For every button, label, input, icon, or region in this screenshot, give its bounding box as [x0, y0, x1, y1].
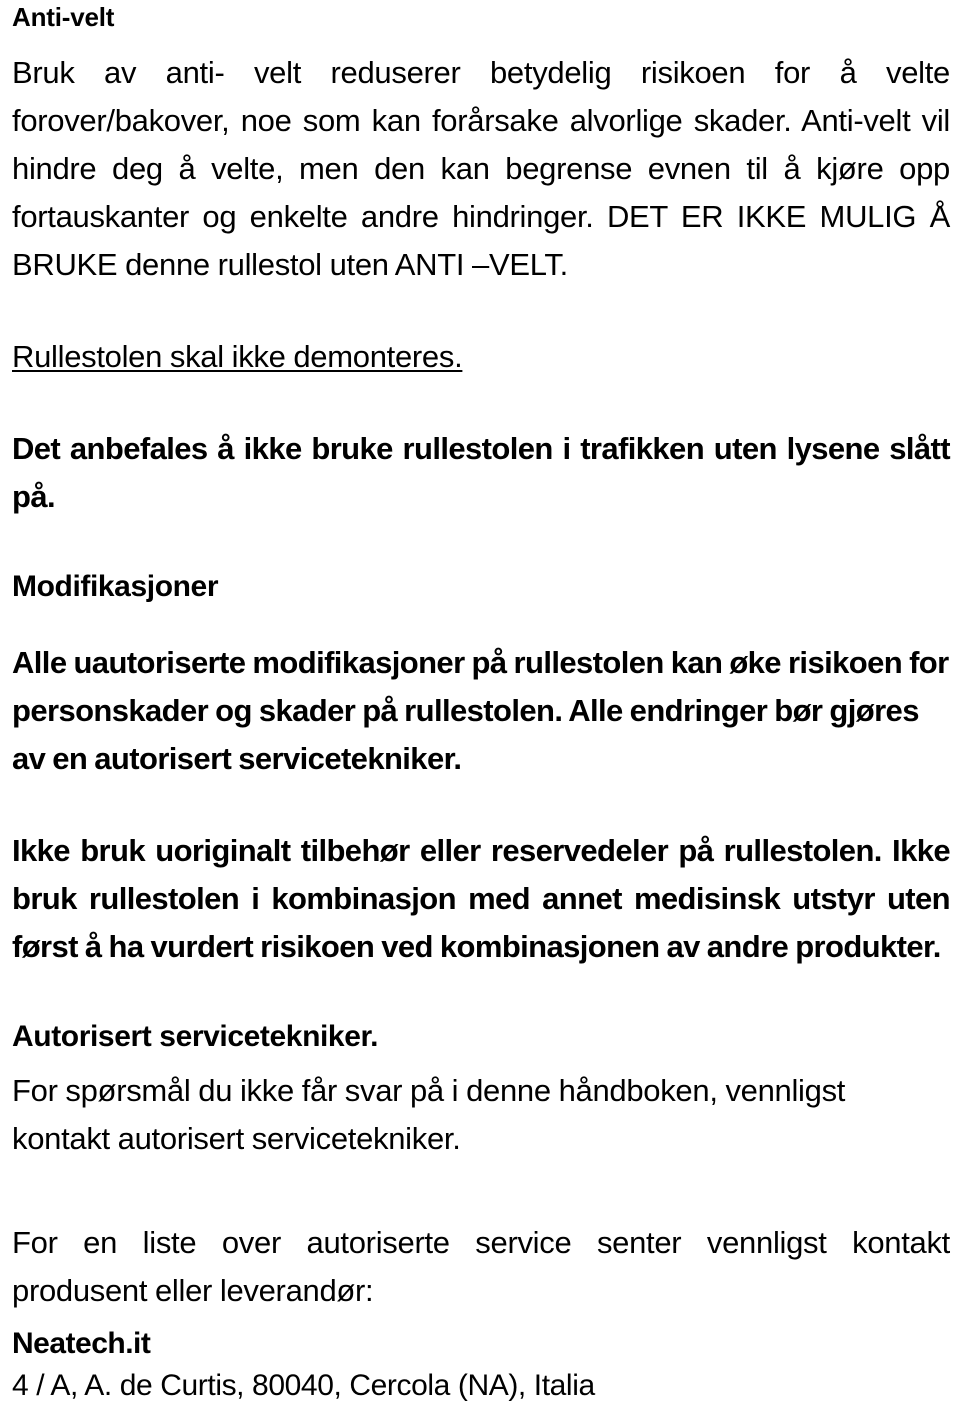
contact-company-name: Neatech.it [12, 1327, 151, 1361]
underlined-statement: Rullestolen skal ikke demonteres. [12, 339, 463, 375]
paragraph-service-list-body: For en liste over autoriserte service se… [12, 1225, 950, 1309]
heading-authorized-technician: Autorisert servicetekniker. [12, 1020, 379, 1054]
paragraph-questions-body: For spørsmål du ikke får svar på i denne… [12, 1073, 846, 1157]
heading-modifikasjoner: Modifikasjoner [12, 570, 219, 604]
paragraph-anti-tip-intro: Bruk av anti- velt reduserer betydelig r… [12, 55, 950, 283]
document-page: Anti-velt Bruk av anti- velt reduserer b… [0, 0, 960, 1407]
paragraph-no-dismantle: Rullestolen skal ikke demonteres. [12, 333, 950, 381]
paragraph-modifications-body: Alle uautoriserte modifikasjoner på rull… [12, 645, 949, 777]
paragraph-non-original-parts: Ikke bruk uoriginalt tilbehør eller rese… [12, 833, 951, 965]
contact-address: 4 / A, A. de Curtis, 80040, Cercola (NA)… [12, 1369, 595, 1403]
paragraph-lights-warning: Det anbefales å ikke bruke rullestolen i… [12, 431, 951, 515]
page-title: Anti-velt [12, 2, 115, 32]
